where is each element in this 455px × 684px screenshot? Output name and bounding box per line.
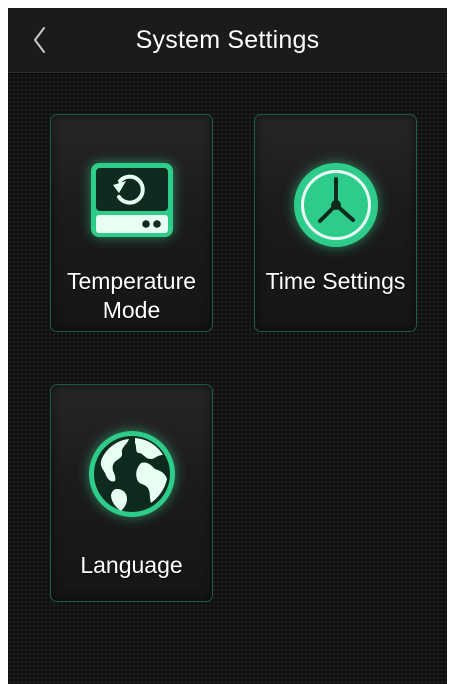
tile-label-temperature: Temperature bbox=[66, 268, 197, 294]
temperature-mode-tile[interactable]: Temperature Mode bbox=[50, 114, 213, 332]
time-settings-tile[interactable]: Time Settings bbox=[254, 114, 417, 332]
tile-label-language: Language bbox=[80, 552, 183, 578]
clock-icon bbox=[290, 159, 382, 256]
tile-label-time-settings: Time Settings bbox=[265, 268, 406, 294]
header-bar: System Settings bbox=[8, 8, 447, 73]
temperature-mode-icon bbox=[86, 159, 178, 248]
globe-icon bbox=[85, 427, 179, 526]
tile-label-mode: Mode bbox=[102, 297, 161, 323]
language-tile[interactable]: Language bbox=[50, 384, 213, 602]
screen: System Settings Temperature Mode Time Se… bbox=[8, 8, 447, 684]
page-title: System Settings bbox=[135, 26, 320, 54]
